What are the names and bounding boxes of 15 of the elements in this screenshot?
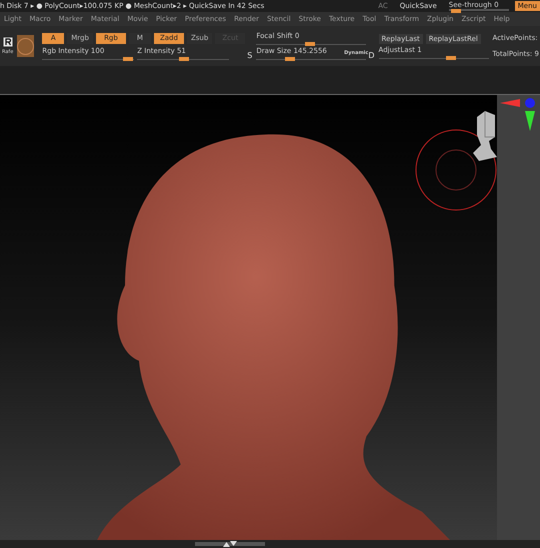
s-key-label: S — [247, 51, 252, 60]
slider-thumb[interactable] — [304, 42, 315, 46]
slider-thumb[interactable] — [178, 56, 189, 60]
slider-thumb[interactable] — [451, 9, 462, 13]
viewport[interactable] — [0, 95, 497, 540]
slider-thumb[interactable] — [446, 56, 456, 60]
rotation-circle-icon[interactable] — [415, 129, 497, 211]
scroll-handle[interactable] — [195, 542, 265, 546]
r-icon[interactable] — [2, 37, 13, 49]
slider-thumb[interactable] — [123, 56, 134, 60]
d-key-label: D — [368, 51, 375, 60]
material-thumbnail[interactable] — [17, 35, 34, 57]
axis-gizmo-icon[interactable] — [500, 97, 538, 133]
head-navigator-icon[interactable] — [471, 109, 497, 161]
slider-thumb[interactable] — [285, 57, 296, 61]
